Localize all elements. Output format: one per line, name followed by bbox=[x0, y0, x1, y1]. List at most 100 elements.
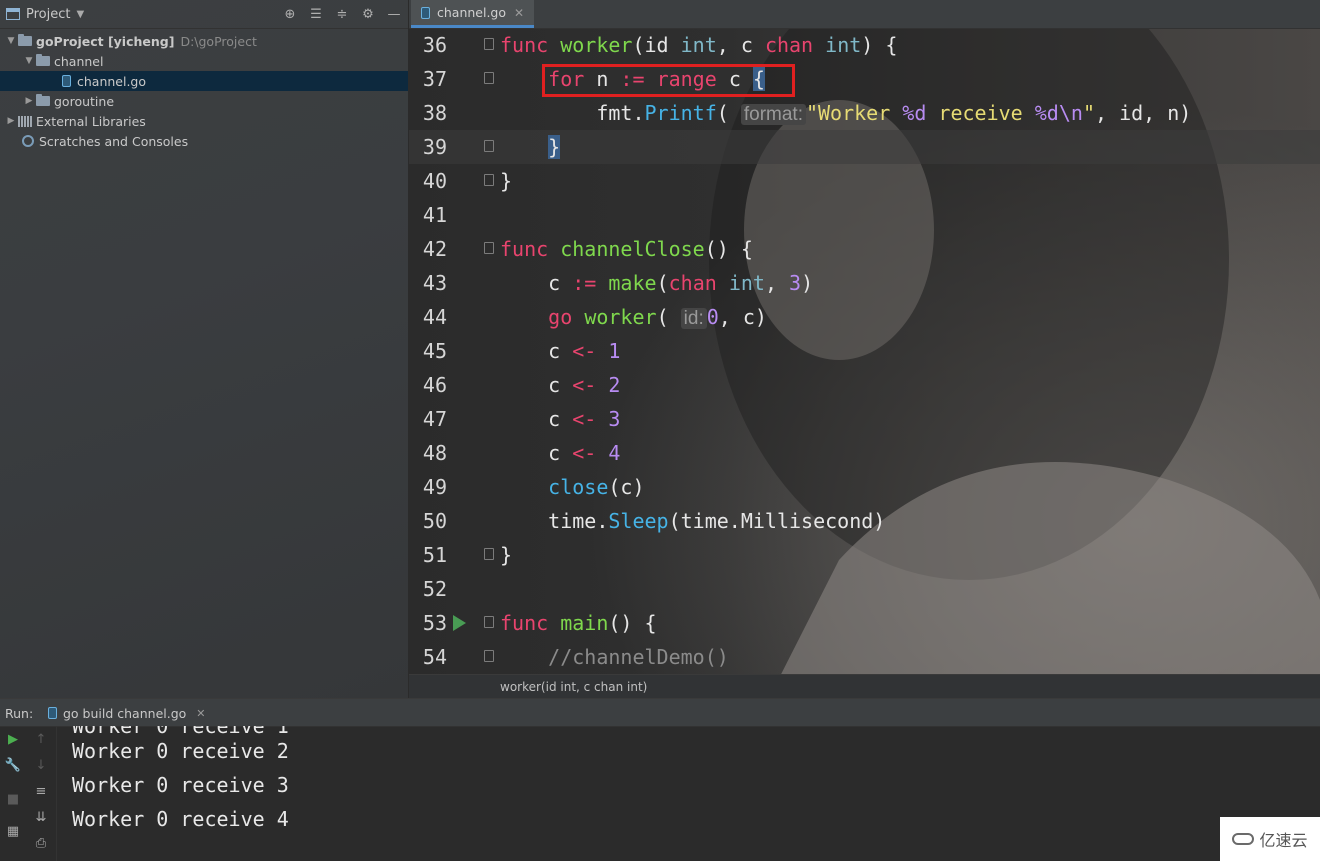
param-hint: id: bbox=[680, 308, 707, 329]
soft-wrap-icon[interactable]: ≡ bbox=[31, 782, 51, 800]
code-text: } bbox=[500, 169, 513, 193]
tab-channel-go[interactable]: channel.go ✕ bbox=[411, 0, 535, 28]
watermark: 亿速云 bbox=[1220, 817, 1320, 861]
code-line: 45 c <- 1 bbox=[409, 334, 1320, 368]
console-line: Worker 0 receive 2 bbox=[72, 739, 289, 763]
line-number: 36 bbox=[422, 33, 447, 57]
tree-item-label: channel bbox=[54, 53, 104, 69]
tree-item-label: goroutine bbox=[54, 93, 115, 109]
breadcrumb[interactable]: worker(id int, c chan int) bbox=[409, 674, 1320, 698]
tab-label: channel.go bbox=[437, 5, 507, 20]
project-view-title: Project bbox=[26, 6, 71, 22]
project-panel-toolbar: ⊕ ☰ ≑ ⚙ — bbox=[280, 0, 408, 28]
gear-icon[interactable]: ⚙ bbox=[358, 4, 378, 24]
line-number: 41 bbox=[422, 203, 447, 227]
line-number: 38 bbox=[422, 101, 447, 125]
tree-item-scratches[interactable]: Scratches and Consoles bbox=[0, 131, 408, 151]
code-line: 46 c <- 2 bbox=[409, 368, 1320, 402]
fold-icon[interactable] bbox=[484, 616, 494, 628]
tree-item-channel-go[interactable]: channel.go bbox=[0, 71, 408, 91]
code-text: for n := range c { bbox=[548, 67, 765, 91]
code-editor[interactable]: channel.go ✕ 36 func worker(id int, c ch… bbox=[409, 0, 1320, 698]
chevron-down-icon[interactable]: ▼ bbox=[4, 36, 18, 46]
collapse-all-icon[interactable]: ≑ bbox=[332, 4, 352, 24]
code-line: 37 for n := range c { bbox=[409, 62, 1320, 96]
fold-icon[interactable] bbox=[484, 72, 494, 84]
breadcrumb-label: worker(id int, c chan int) bbox=[500, 680, 648, 694]
scroll-to-end-icon[interactable]: ⇊ bbox=[31, 808, 51, 826]
cloud-logo-icon bbox=[1232, 833, 1255, 845]
editor-tab-bar: channel.go ✕ bbox=[409, 0, 1320, 29]
line-number: 49 bbox=[422, 475, 447, 499]
line-number: 51 bbox=[422, 543, 447, 567]
stop-icon[interactable]: ■ bbox=[3, 790, 23, 808]
param-hint: format: bbox=[740, 104, 806, 125]
code-text: //channelDemo() bbox=[548, 645, 729, 669]
locate-file-icon[interactable]: ⊕ bbox=[280, 4, 300, 24]
fold-icon[interactable] bbox=[484, 174, 494, 186]
tab-go-build[interactable]: go build channel.go ✕ bbox=[48, 703, 206, 723]
line-number: 53 bbox=[422, 611, 447, 635]
code-line: 43 c := make(chan int, 3) bbox=[409, 266, 1320, 300]
code-line: 49 close(c) bbox=[409, 470, 1320, 504]
arrow-up-icon[interactable]: ↑ bbox=[31, 730, 51, 748]
close-icon[interactable]: ✕ bbox=[514, 6, 524, 20]
fold-icon[interactable] bbox=[484, 38, 494, 50]
code-text: } bbox=[548, 135, 561, 159]
code-area[interactable]: 36 func worker(id int, c chan int) { 37 … bbox=[409, 28, 1320, 670]
code-text: c <- 4 bbox=[500, 441, 621, 465]
close-icon[interactable]: ✕ bbox=[196, 707, 205, 720]
code-line: 44 go worker( id: 0, c) bbox=[409, 300, 1320, 334]
run-toolbar-primary: ▶ 🔧 ■ ▦ bbox=[0, 726, 26, 861]
run-toolbar-secondary: ↑ ↓ ≡ ⇊ ⎙ bbox=[26, 726, 57, 861]
code-line: 42 func channelClose() { bbox=[409, 232, 1320, 266]
print-icon[interactable]: ⎙ bbox=[31, 834, 51, 852]
tree-item-label: Scratches and Consoles bbox=[39, 133, 189, 149]
project-tree: ▼ goProject [yicheng] D:\goProject ▼ cha… bbox=[0, 29, 408, 151]
code-text: func main() { bbox=[500, 611, 657, 635]
tree-item-external-libraries[interactable]: ▶ External Libraries bbox=[0, 111, 408, 131]
code-text: c := make(chan int, 3) bbox=[500, 271, 814, 295]
code-text: c <- 3 bbox=[500, 407, 621, 431]
arrow-down-icon[interactable]: ↓ bbox=[31, 756, 51, 774]
layout-icon[interactable]: ▦ bbox=[3, 822, 23, 840]
console-line: Worker 0 receive 4 bbox=[72, 807, 289, 831]
line-number: 44 bbox=[422, 305, 447, 329]
fold-icon[interactable] bbox=[484, 650, 494, 662]
chevron-right-icon[interactable]: ▶ bbox=[22, 96, 36, 106]
code-line: 52 bbox=[409, 572, 1320, 606]
tree-item-label: External Libraries bbox=[36, 113, 146, 129]
code-line: 54 //channelDemo() bbox=[409, 640, 1320, 674]
code-line: 41 bbox=[409, 198, 1320, 232]
console-line: Worker 0 receive 3 bbox=[72, 773, 289, 797]
run-icon[interactable] bbox=[453, 615, 466, 631]
code-line: 47 c <- 3 bbox=[409, 402, 1320, 436]
tree-item-channel[interactable]: ▼ channel bbox=[0, 51, 408, 71]
project-view-icon bbox=[6, 8, 20, 20]
code-line: 50 time.Sleep(time.Millisecond) bbox=[409, 504, 1320, 538]
line-number: 40 bbox=[422, 169, 447, 193]
expand-all-icon[interactable]: ☰ bbox=[306, 4, 326, 24]
wrench-icon[interactable]: 🔧 bbox=[3, 756, 23, 774]
code-text: close(c) bbox=[548, 475, 645, 499]
chevron-down-icon[interactable]: ▼ bbox=[76, 9, 84, 20]
tree-item-path: D:\goProject bbox=[180, 33, 257, 49]
hide-panel-icon[interactable]: — bbox=[384, 4, 404, 24]
fold-icon[interactable] bbox=[484, 242, 494, 254]
line-number: 48 bbox=[422, 441, 447, 465]
tree-item-goproject[interactable]: ▼ goProject [yicheng] D:\goProject bbox=[0, 31, 408, 51]
fold-icon[interactable] bbox=[484, 548, 494, 560]
fold-icon[interactable] bbox=[484, 140, 494, 152]
chevron-right-icon[interactable]: ▶ bbox=[4, 116, 18, 126]
line-number: 37 bbox=[422, 67, 447, 91]
run-panel: Run: go build channel.go ✕ ▶ 🔧 ■ ▦ ↑ ↓ ≡… bbox=[0, 698, 1320, 861]
code-text: func channelClose() { bbox=[500, 237, 753, 261]
watermark-text: 亿速云 bbox=[1259, 831, 1308, 850]
code-text: c <- 1 bbox=[500, 339, 621, 363]
line-number: 45 bbox=[422, 339, 447, 363]
chevron-down-icon[interactable]: ▼ bbox=[22, 56, 36, 66]
rerun-icon[interactable]: ▶ bbox=[3, 730, 23, 748]
code-line: 51 } bbox=[409, 538, 1320, 572]
console-output[interactable]: Worker 0 receive 1 Worker 0 receive 2 Wo… bbox=[72, 726, 289, 836]
tree-item-goroutine[interactable]: ▶ goroutine bbox=[0, 91, 408, 111]
